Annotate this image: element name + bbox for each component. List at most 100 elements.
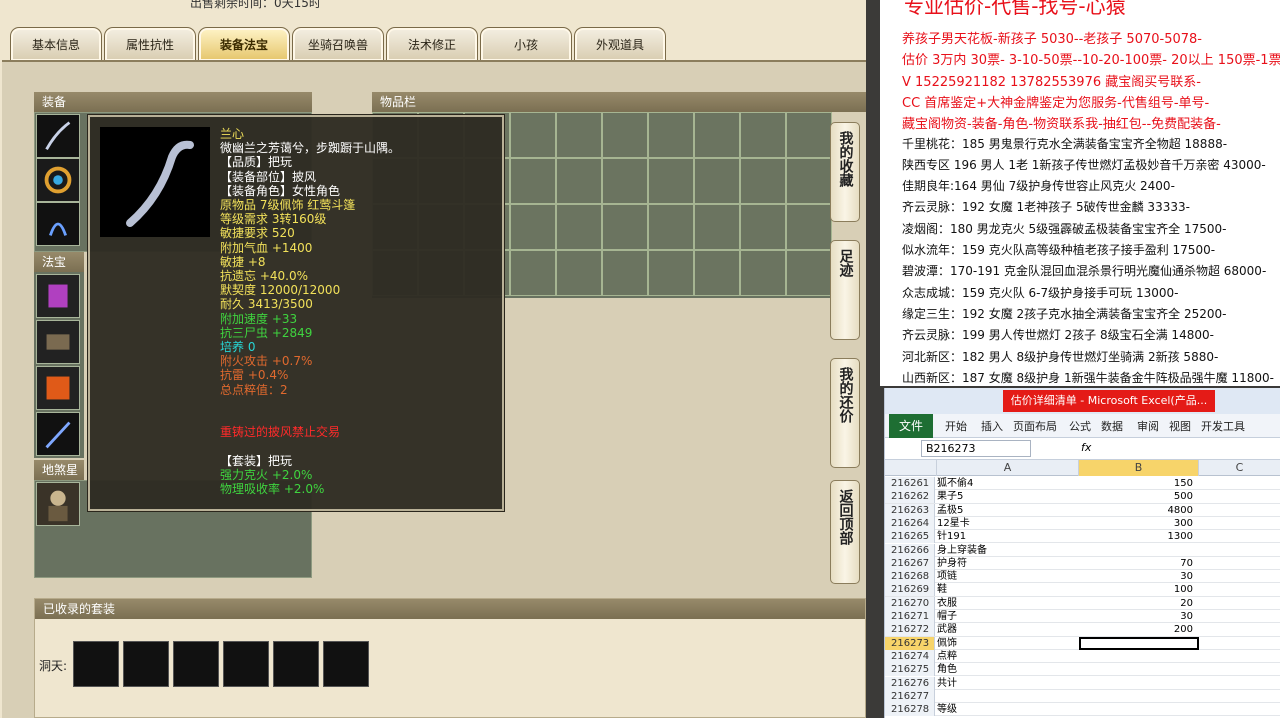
tab-attributes[interactable]: 属性抗性 — [104, 27, 196, 61]
row-number[interactable]: 216262 — [885, 490, 935, 504]
cell-a[interactable]: 身上穿装备 — [937, 544, 1079, 557]
row-number[interactable]: 216264 — [885, 516, 935, 530]
cell-b[interactable]: 70 — [1079, 557, 1199, 570]
set-icon-lantern[interactable] — [273, 641, 319, 687]
ribbon-tab-formulas[interactable]: 公式 — [1069, 418, 1091, 434]
fabao-slot-1[interactable] — [36, 274, 80, 318]
cell-a[interactable]: 共计 — [937, 677, 1079, 690]
inventory-slot[interactable] — [694, 112, 740, 158]
column-header-a[interactable]: A — [937, 460, 1079, 476]
fx-icon[interactable]: fx — [1081, 441, 1091, 454]
back-to-top-button[interactable]: 返回顶部 — [830, 480, 860, 584]
inventory-slot[interactable] — [602, 204, 648, 250]
cell-a[interactable]: 项链 — [937, 570, 1079, 583]
row-number[interactable]: 216270 — [885, 596, 935, 610]
inventory-slot[interactable] — [648, 204, 694, 250]
cell-b[interactable]: 150 — [1079, 477, 1199, 490]
row-number[interactable]: 216271 — [885, 610, 935, 623]
cell-a[interactable]: 狐不偷4 — [937, 477, 1079, 490]
cell-b[interactable]: 300 — [1079, 517, 1199, 530]
cell-b[interactable]: 500 — [1079, 490, 1199, 503]
row-number[interactable]: 216274 — [885, 649, 935, 663]
inventory-slot[interactable] — [648, 250, 694, 296]
tab-child[interactable]: 小孩 — [480, 27, 572, 61]
row-number[interactable]: 216265 — [885, 530, 935, 544]
cell-a[interactable]: 衣服 — [937, 597, 1079, 610]
ribbon-tab-insert[interactable]: 插入 — [981, 418, 1003, 434]
ribbon-tab-developer[interactable]: 开发工具 — [1201, 418, 1245, 434]
set-icon-robe[interactable] — [73, 641, 119, 687]
my-counteroffer-button[interactable]: 我的还价 — [830, 358, 860, 468]
cell-b[interactable] — [1079, 636, 1199, 650]
cell-a[interactable]: 果子5 — [937, 490, 1079, 503]
row-number[interactable]: 216278 — [885, 703, 935, 717]
column-header-c[interactable]: C — [1199, 460, 1280, 476]
inventory-slot[interactable] — [740, 204, 786, 250]
ribbon-tab-data[interactable]: 数据 — [1101, 418, 1123, 434]
row-number[interactable]: 216268 — [885, 570, 935, 584]
set-icon-shield[interactable] — [323, 641, 369, 687]
set-icon-demon[interactable] — [173, 641, 219, 687]
cell-a[interactable]: 孟极5 — [937, 504, 1079, 517]
cell-a[interactable]: 鞋 — [937, 583, 1079, 596]
cell-a[interactable]: 佩饰 — [937, 637, 1079, 650]
equip-slot-weapon[interactable] — [36, 114, 80, 158]
cell-b[interactable]: 20 — [1079, 597, 1199, 610]
cell-b[interactable]: 1300 — [1079, 530, 1199, 543]
inventory-slot[interactable] — [510, 112, 556, 158]
set-icon-spider[interactable] — [123, 641, 169, 687]
set-icon-armor[interactable] — [223, 641, 269, 687]
my-favorites-button[interactable]: 我的收藏 — [830, 122, 860, 222]
column-header-b[interactable]: B — [1079, 460, 1199, 476]
inventory-slot[interactable] — [786, 112, 832, 158]
cell-a[interactable]: 帽子 — [937, 610, 1079, 623]
inventory-slot[interactable] — [510, 158, 556, 204]
equip-slot-ornament[interactable] — [36, 202, 80, 246]
cell-a[interactable]: 角色 — [937, 663, 1079, 676]
tab-appearance[interactable]: 外观道具 — [574, 27, 666, 61]
tab-basic-info[interactable]: 基本信息 — [10, 27, 102, 61]
inventory-slot[interactable] — [786, 250, 832, 296]
fabao-slot-3[interactable] — [36, 366, 80, 410]
inventory-slot[interactable] — [556, 204, 602, 250]
row-number[interactable]: 216267 — [885, 556, 935, 570]
inventory-slot[interactable] — [556, 112, 602, 158]
cell-b[interactable]: 30 — [1079, 570, 1199, 583]
row-number[interactable]: 216263 — [885, 503, 935, 517]
fabao-slot-4[interactable] — [36, 412, 80, 456]
cell-a[interactable]: 武器 — [937, 623, 1079, 636]
cell-a[interactable]: 等级 — [937, 703, 1079, 716]
tab-mounts-pets[interactable]: 坐骑召唤兽 — [292, 27, 384, 61]
inventory-slot[interactable] — [740, 112, 786, 158]
inventory-slot[interactable] — [556, 158, 602, 204]
row-number[interactable]: 216277 — [885, 689, 935, 703]
ribbon-tab-file[interactable]: 文件 — [889, 414, 933, 438]
cell-b[interactable]: 200 — [1079, 623, 1199, 636]
inventory-slot[interactable] — [510, 250, 556, 296]
row-number[interactable]: 216266 — [885, 543, 935, 557]
ribbon-tab-home[interactable]: 开始 — [945, 418, 967, 434]
cell-b[interactable]: 100 — [1079, 583, 1199, 596]
cell-b[interactable]: 30 — [1079, 610, 1199, 623]
row-number[interactable]: 216261 — [885, 477, 935, 490]
inventory-slot[interactable] — [602, 250, 648, 296]
cell-a[interactable]: 点粹 — [937, 650, 1079, 663]
inventory-slot[interactable] — [510, 204, 556, 250]
ribbon-tab-view[interactable]: 视图 — [1169, 418, 1191, 434]
row-number[interactable]: 216272 — [885, 623, 935, 637]
inventory-slot[interactable] — [740, 158, 786, 204]
inventory-slot[interactable] — [694, 204, 740, 250]
inventory-slot[interactable] — [648, 112, 694, 158]
ribbon-tab-review[interactable]: 审阅 — [1137, 418, 1159, 434]
inventory-slot[interactable] — [556, 250, 602, 296]
inventory-slot[interactable] — [694, 158, 740, 204]
row-number[interactable]: 216276 — [885, 676, 935, 690]
inventory-slot[interactable] — [648, 158, 694, 204]
inventory-slot[interactable] — [602, 158, 648, 204]
inventory-slot[interactable] — [740, 250, 786, 296]
cell-a[interactable]: 护身符 — [937, 557, 1079, 570]
cell-b[interactable]: 4800 — [1079, 504, 1199, 517]
equip-slot-ring[interactable] — [36, 158, 80, 202]
inventory-slot[interactable] — [786, 204, 832, 250]
row-number[interactable]: 216273 — [885, 636, 935, 650]
